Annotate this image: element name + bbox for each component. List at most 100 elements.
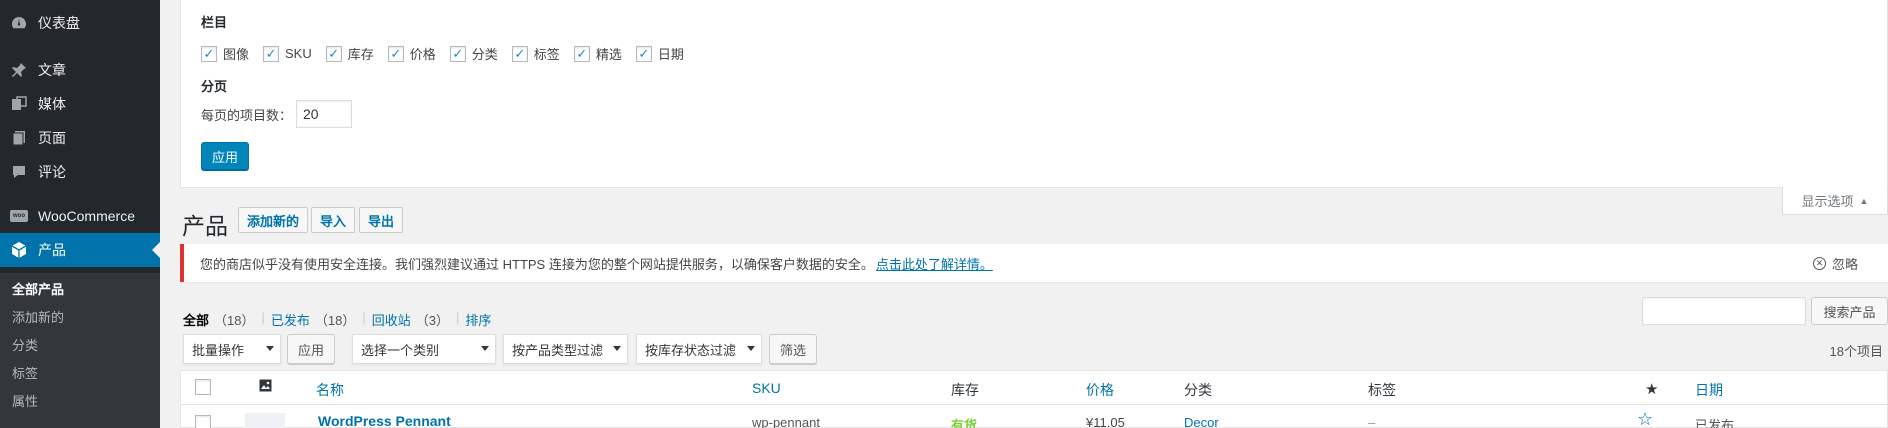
view-published[interactable]: 已发布 — [271, 310, 310, 329]
chevron-down-icon — [266, 346, 274, 351]
view-all-count: （18） — [214, 313, 255, 328]
column-toggle-date[interactable]: 日期 — [635, 44, 684, 63]
screen-options-toggle[interactable]: 显示选项 ▲ — [1782, 187, 1888, 215]
arrow-up-icon: ▲ — [1859, 195, 1869, 206]
view-published-count: （18） — [314, 313, 356, 328]
star-filled-icon[interactable]: ★ — [1645, 380, 1658, 398]
stock-status-filter-select[interactable]: 按库存状态过滤 — [636, 334, 762, 364]
page-title: 产品 — [182, 213, 228, 239]
chevron-down-icon — [747, 346, 755, 351]
submenu-attributes[interactable]: 属性 — [12, 391, 38, 410]
product-price: ¥11.05 — [1086, 415, 1125, 428]
menu-label: 产品 — [38, 242, 66, 258]
menu-media[interactable]: 媒体 — [0, 87, 160, 121]
table-header: 名称 SKU 库存 价格 分类 标签 ★ 日期 — [181, 371, 1888, 405]
column-price[interactable]: 价格 — [1086, 380, 1114, 400]
select-all-checkbox[interactable] — [195, 379, 211, 395]
export-button[interactable]: 导出 — [359, 207, 404, 233]
column-toggle-categories[interactable]: 分类 — [449, 44, 498, 63]
bulk-apply-button[interactable]: 应用 — [287, 334, 336, 364]
submenu-all-products[interactable]: 全部产品 — [12, 279, 64, 298]
select-value: 按库存状态过滤 — [645, 342, 737, 358]
column-toggles: 图像 SKU 库存 价格 分类 标签 精选 日期 — [201, 44, 698, 63]
star-outline-icon[interactable]: ☆ — [1637, 409, 1653, 428]
menu-comments[interactable]: 评论 — [0, 155, 160, 189]
add-new-button[interactable]: 添加新的 — [238, 207, 309, 233]
column-sku[interactable]: SKU — [752, 380, 781, 396]
submenu-tags[interactable]: 标签 — [12, 363, 38, 382]
product-thumbnail[interactable] — [245, 413, 285, 428]
screen-options-tab-label: 显示选项 — [1801, 194, 1854, 209]
admin-sidebar: 仪表盘 文章 媒体 页面 评论 woo WooCommerce 产品 全部产品 — [0, 0, 160, 428]
menu-label: WooCommerce — [38, 208, 135, 224]
dashboard-icon — [10, 14, 28, 32]
chevron-down-icon — [481, 346, 489, 351]
notice-learn-more-link[interactable]: 点击此处了解详情。 — [876, 254, 993, 273]
product-type-filter-select[interactable]: 按产品类型过滤 — [503, 334, 628, 364]
select-value: 选择一个类别 — [361, 342, 440, 358]
checkbox[interactable] — [325, 45, 342, 62]
category-filter-select[interactable]: 选择一个类别 — [352, 334, 496, 364]
screen-options-apply-button[interactable]: 应用 — [201, 142, 250, 170]
submenu-categories[interactable]: 分类 — [12, 335, 38, 354]
checkbox[interactable] — [511, 45, 528, 62]
separator: | — [456, 310, 460, 325]
view-all[interactable]: 全部 — [183, 310, 209, 329]
media-icon — [10, 95, 28, 113]
per-page-input[interactable] — [296, 100, 353, 128]
view-trash-count: （3） — [415, 313, 449, 328]
menu-label: 页面 — [38, 130, 66, 146]
dismiss-button[interactable]: ✕ 忽略 — [1812, 244, 1858, 282]
product-box-icon — [10, 241, 28, 259]
menu-products[interactable]: 产品 — [0, 233, 160, 267]
column-toggle-stock[interactable]: 库存 — [325, 44, 374, 63]
search-products-button[interactable]: 搜索产品 — [1811, 297, 1888, 325]
column-name[interactable]: 名称 — [316, 380, 344, 400]
separator: | — [261, 310, 265, 325]
checkbox[interactable] — [573, 45, 590, 62]
toggle-label: 图像 — [223, 47, 250, 62]
product-date: 已发布 — [1695, 418, 1735, 428]
comment-icon — [10, 163, 28, 181]
close-icon: ✕ — [1812, 256, 1826, 270]
column-stock: 库存 — [951, 382, 979, 398]
product-name-link[interactable]: WordPress Pennant — [318, 413, 451, 428]
product-category-link[interactable]: Decor — [1184, 415, 1219, 428]
menu-dashboard[interactable]: 仪表盘 — [0, 6, 160, 40]
toggle-label: 价格 — [409, 47, 436, 62]
toggle-label: 日期 — [657, 47, 684, 62]
notice-text: 您的商店似乎没有使用安全连接。我们强烈建议通过 HTTPS 连接为您的整个网站提… — [200, 256, 874, 272]
checkbox[interactable] — [387, 45, 404, 62]
menu-posts[interactable]: 文章 — [0, 53, 160, 87]
woocommerce-icon: woo — [10, 207, 28, 225]
select-value: 批量操作 — [192, 342, 245, 358]
filter-button[interactable]: 筛选 — [769, 334, 818, 364]
import-button[interactable]: 导入 — [311, 207, 356, 233]
separator: | — [362, 310, 366, 325]
menu-woocommerce[interactable]: woo WooCommerce — [0, 199, 160, 233]
checkbox[interactable] — [201, 45, 217, 62]
stock-status: 有货 — [951, 418, 978, 428]
product-tags: – — [1368, 415, 1376, 428]
column-categories: 分类 — [1184, 382, 1212, 398]
checkbox[interactable] — [449, 45, 466, 62]
submenu-add-new[interactable]: 添加新的 — [12, 307, 64, 326]
row-checkbox[interactable] — [195, 415, 211, 428]
menu-pages[interactable]: 页面 — [0, 121, 160, 155]
checkbox[interactable] — [635, 45, 652, 62]
bulk-actions-select[interactable]: 批量操作 — [183, 334, 281, 364]
checkbox[interactable] — [263, 45, 280, 62]
select-value: 按产品类型过滤 — [512, 342, 604, 358]
pagination-heading: 分页 — [201, 79, 228, 94]
dismiss-label: 忽略 — [1831, 256, 1858, 272]
column-date[interactable]: 日期 — [1695, 380, 1723, 400]
view-trash[interactable]: 回收站 — [372, 310, 411, 329]
column-toggle-image[interactable]: 图像 — [201, 44, 249, 63]
column-toggle-sku[interactable]: SKU — [263, 45, 312, 62]
view-sorting[interactable]: 排序 — [465, 310, 491, 329]
chevron-down-icon — [613, 346, 621, 351]
column-toggle-price[interactable]: 价格 — [387, 44, 436, 63]
product-search-input[interactable] — [1642, 297, 1806, 325]
column-toggle-featured[interactable]: 精选 — [573, 44, 622, 63]
column-toggle-tags[interactable]: 标签 — [511, 44, 560, 63]
